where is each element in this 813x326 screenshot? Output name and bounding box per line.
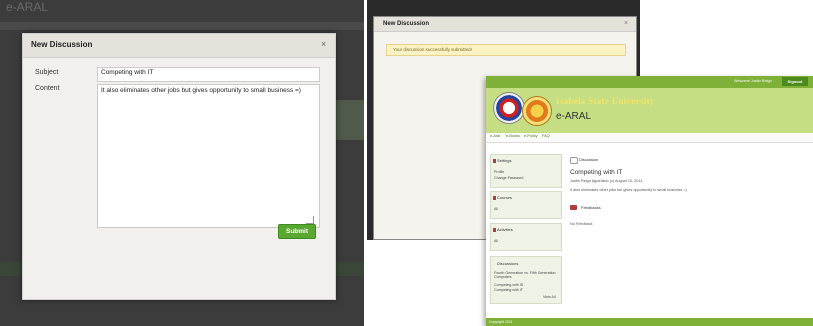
sidebar-link-discussion[interactable]: Competing with IT [494,288,523,292]
dialog-title: New Discussion [383,21,430,27]
sidebar-heading-settings: Settings [497,158,512,163]
view-all-link[interactable]: View All [543,295,556,299]
menu-item-faq[interactable]: FAQ [542,134,550,138]
university-name: Isabela State University [556,96,655,106]
sidebar-link-courses-all[interactable]: All [494,207,498,211]
sidebar-heading-activities: Activities [497,227,513,232]
dialog-title: New Discussion [31,40,93,49]
success-message: Your discussion successfully submitted! [386,44,626,56]
new-discussion-dialog: New Discussion × Subject Competing with … [22,33,336,300]
close-icon[interactable]: × [624,20,628,27]
sidebar-activities: Activities All [490,223,562,251]
sidebar-heading-discussions: Discussions [497,261,519,266]
menu-item-ebooks[interactable]: e-Books [506,134,520,138]
sidebar-link-change-password[interactable]: Change Password [494,176,523,180]
sidebar-link-activities-all[interactable]: All [494,239,498,243]
no-feedback-text: No Feedback [570,222,593,226]
subject-input[interactable]: Competing with IT [97,67,320,82]
background-block [334,100,364,140]
university-seal-logo [493,92,525,124]
submit-button[interactable]: Submit [278,224,316,239]
sidebar-heading-courses: Courses [497,195,512,200]
post-title: Competing with IT [570,169,623,176]
feedbacks-heading: Feedbacks [581,205,601,210]
app-logo: e-ARAL [6,0,49,14]
sidebar-discussions: Discussions Fourth Generation vs. Fifth … [490,256,562,304]
discussion-page: Welcome Justin Reign Signout Isabela Sta… [486,76,813,326]
sidebar-link-discussion[interactable]: Fourth Generation vs. Fifth Generation C… [494,271,558,279]
menu-item-epolicy[interactable]: e-Policy [524,134,538,138]
copyright-text: Copyright 2011 [489,320,513,324]
content-textarea[interactable]: It also eliminates other jobs but gives … [97,84,320,228]
user-icon [493,159,496,163]
footer-bar [486,318,813,326]
post-meta: Justin Reign Aguinaldo (c) August 10, 20… [570,179,643,183]
welcome-text: Welcome Justin Reign [734,79,772,83]
overlay-screen-new-discussion: e-ARAL New Discussion × Subject Competin… [0,0,364,326]
app-name: e-ARAL [556,111,592,122]
menu-item-earal[interactable]: e-Aral [490,134,500,138]
top-bar: Welcome Justin Reign Signout [486,76,813,88]
content-label: Content [35,85,60,92]
dialog-header: New Discussion × [23,34,335,58]
background-strip [0,22,364,30]
courses-icon [493,196,496,200]
post-body: It also eliminates other jobs but gives … [570,188,687,192]
subject-label: Subject [35,69,59,76]
activities-icon [493,228,496,232]
signout-button[interactable]: Signout [782,77,808,86]
discussion-icon [570,157,578,164]
close-icon[interactable]: × [321,39,326,49]
sidebar-link-profile[interactable]: Profile [494,170,504,174]
feedback-icon [570,205,577,210]
college-seal-logo [522,96,552,126]
sidebar-courses: Courses All [490,191,562,219]
resize-handle[interactable] [306,216,314,224]
sidebar-link-discussion[interactable]: Competing with IS [494,283,523,287]
sidebar-settings: Settings Profile Change Password [490,154,562,188]
top-menu: e-Aral e-Books e-Policy FAQ [486,133,813,143]
dialog-header: New Discussion × [374,17,636,32]
section-label: Discussion [579,157,599,162]
header-banner: Isabela State University e-ARAL [486,88,813,133]
